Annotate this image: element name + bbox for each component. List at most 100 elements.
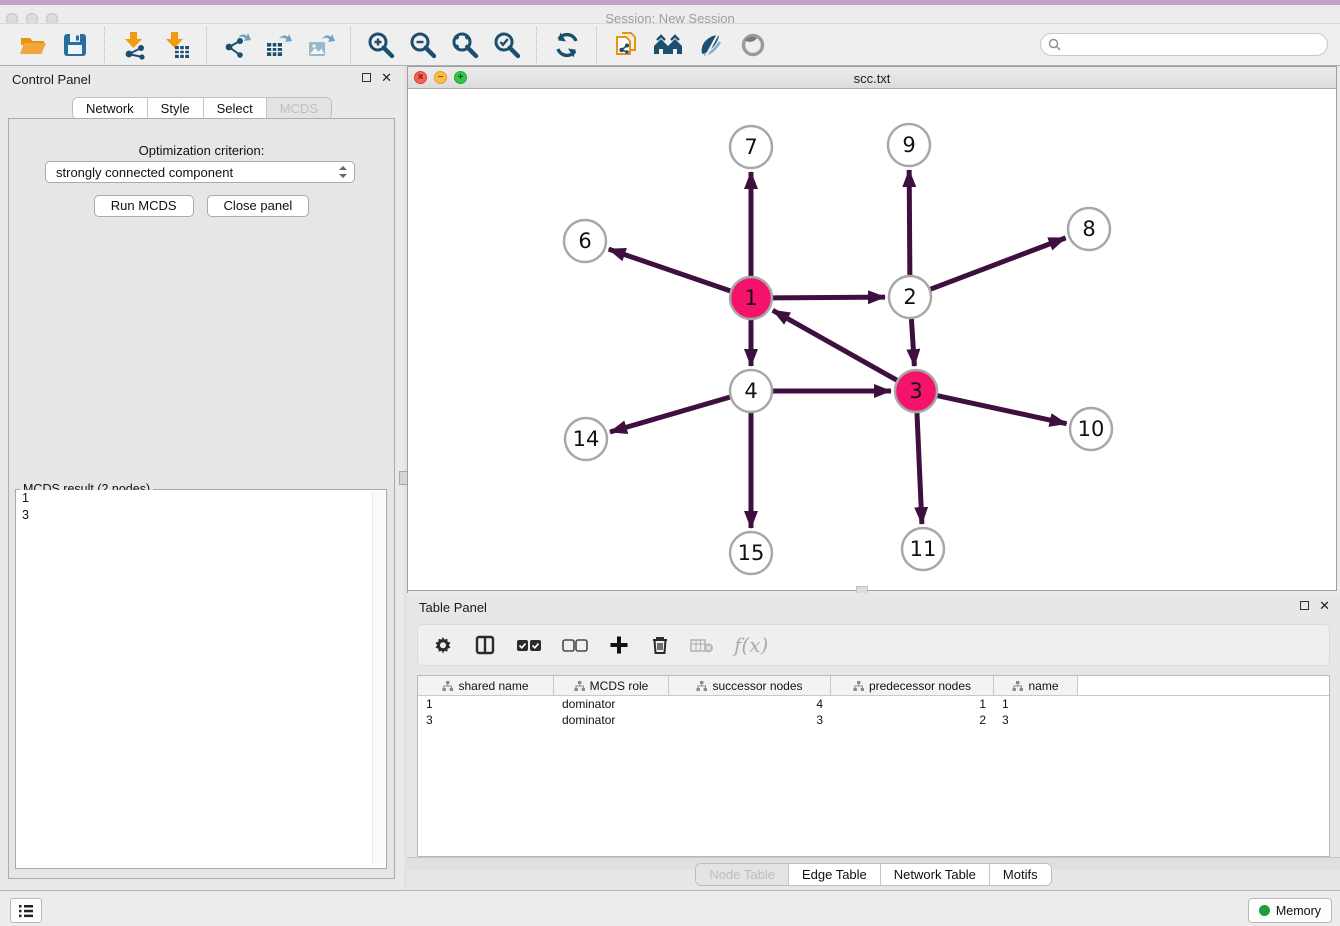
node-9[interactable]: 9 [888,124,930,166]
toolbar-separator [350,27,352,63]
birdseye-view-icon[interactable] [736,28,770,62]
node-3[interactable]: 3 [895,370,937,412]
column-header-name[interactable]: name [994,676,1078,695]
export-network-icon[interactable] [220,28,254,62]
table-cell[interactable]: 3 [994,712,1078,728]
edge-1-2[interactable] [773,297,885,298]
mcds-result-line: 1 [16,490,386,507]
toolbar-separator [596,27,598,63]
table-cell[interactable]: 2 [831,712,994,728]
svg-text:3: 3 [909,379,922,403]
toolbar-separator [536,27,538,63]
application-window: Session: New Session [0,0,1340,926]
mcds-result-list[interactable]: 13 [16,490,386,868]
svg-text:8: 8 [1082,217,1095,241]
close-panel-icon[interactable]: ✕ [381,73,392,82]
table-cell[interactable]: dominator [554,696,669,712]
edge-3-10[interactable] [937,396,1066,424]
node-2[interactable]: 2 [889,276,931,318]
delete-column-icon[interactable] [650,634,670,656]
tab-select[interactable]: Select [204,98,267,119]
column-header-MCDS-role[interactable]: MCDS role [554,676,669,695]
zoom-selected-icon[interactable] [490,28,524,62]
svg-text:7: 7 [744,135,757,159]
mcds-result-fieldset: MCDS result (2 nodes) 13 [15,489,387,869]
network-canvas[interactable]: 7 9 6 8 1 2 4 3 14 10 15 11 [408,89,1336,590]
import-network-icon[interactable] [118,28,152,62]
table-cell[interactable]: 1 [418,696,554,712]
close-table-panel-icon[interactable]: ✕ [1319,601,1330,610]
column-header-shared-name[interactable]: shared name [418,676,554,695]
table-cell[interactable]: 3 [418,712,554,728]
node-4[interactable]: 4 [730,370,772,412]
criterion-select[interactable]: strongly connected component [45,161,355,183]
tab-motifs[interactable]: Motifs [990,864,1051,885]
table-cell[interactable]: 4 [669,696,831,712]
result-scrollbar[interactable] [372,492,384,866]
tab-edge-table[interactable]: Edge Table [789,864,881,885]
export-image-icon[interactable] [304,28,338,62]
tab-style[interactable]: Style [148,98,204,119]
table-cell[interactable]: dominator [554,712,669,728]
tab-mcds[interactable]: MCDS [267,98,331,119]
node-6[interactable]: 6 [564,220,606,262]
clone-network-icon[interactable] [610,28,644,62]
criterion-value: strongly connected component [56,165,233,180]
memory-button[interactable]: Memory [1248,898,1332,923]
optimization-criterion-label: Optimization criterion: [9,143,394,158]
zoom-fit-icon[interactable] [448,28,482,62]
apply-layout-icon[interactable] [550,28,584,62]
edge-1-6[interactable] [609,249,731,291]
tab-node-table[interactable]: Node Table [696,864,789,885]
run-mcds-button[interactable]: Run MCDS [94,195,194,217]
network-window-titlebar[interactable]: × − + scc.txt [408,67,1336,89]
deselect-all-icon[interactable] [562,636,588,654]
select-all-icon[interactable] [516,636,542,654]
node-11[interactable]: 11 [902,528,944,570]
column-type-icon [442,681,453,691]
task-history-button[interactable] [10,898,42,923]
show-all-networks-icon[interactable] [652,28,686,62]
tab-network-table[interactable]: Network Table [881,864,990,885]
table-settings-icon[interactable] [432,634,454,656]
close-panel-button[interactable]: Close panel [207,195,310,217]
column-header-successor-nodes[interactable]: successor nodes [669,676,831,695]
open-session-icon[interactable] [16,28,50,62]
float-panel-icon[interactable] [362,73,371,82]
node-15[interactable]: 15 [730,532,772,574]
add-column-icon[interactable] [608,634,630,656]
edge-2-9[interactable] [909,170,910,275]
node-14[interactable]: 14 [565,418,607,460]
table-row[interactable]: 3dominator323 [418,712,1329,728]
edge-2-8[interactable] [931,238,1066,289]
table-cell[interactable]: 1 [831,696,994,712]
edge-4-14[interactable] [610,397,730,432]
edge-2-3[interactable] [911,319,914,366]
node-10[interactable]: 10 [1070,408,1112,450]
node-8[interactable]: 8 [1068,208,1110,250]
export-table-icon[interactable] [262,28,296,62]
control-panel-title: Control Panel [12,72,91,87]
svg-text:11: 11 [910,537,937,561]
zoom-in-icon[interactable] [364,28,398,62]
import-table-icon[interactable] [160,28,194,62]
edge-3-11[interactable] [917,413,922,524]
node-7[interactable]: 7 [730,126,772,168]
tab-network[interactable]: Network [73,98,148,119]
search-box [1040,33,1328,56]
table-cell[interactable]: 3 [669,712,831,728]
float-table-panel-icon[interactable] [1300,601,1309,610]
column-selector-icon[interactable] [474,634,496,656]
mcds-tab-content: Optimization criterion: strongly connect… [8,118,395,879]
node-1[interactable]: 1 [730,277,772,319]
style-visibility-icon[interactable] [694,28,728,62]
column-header-predecessor-nodes[interactable]: predecessor nodes [831,676,994,695]
zoom-out-icon[interactable] [406,28,440,62]
search-input[interactable] [1065,35,1327,55]
node-table: shared nameMCDS rolesuccessor nodesprede… [417,675,1330,857]
edge-3-1[interactable] [773,310,897,380]
table-cell[interactable]: 1 [994,696,1078,712]
svg-text:15: 15 [738,541,765,565]
save-session-icon[interactable] [58,28,92,62]
table-row[interactable]: 1dominator411 [418,696,1329,712]
